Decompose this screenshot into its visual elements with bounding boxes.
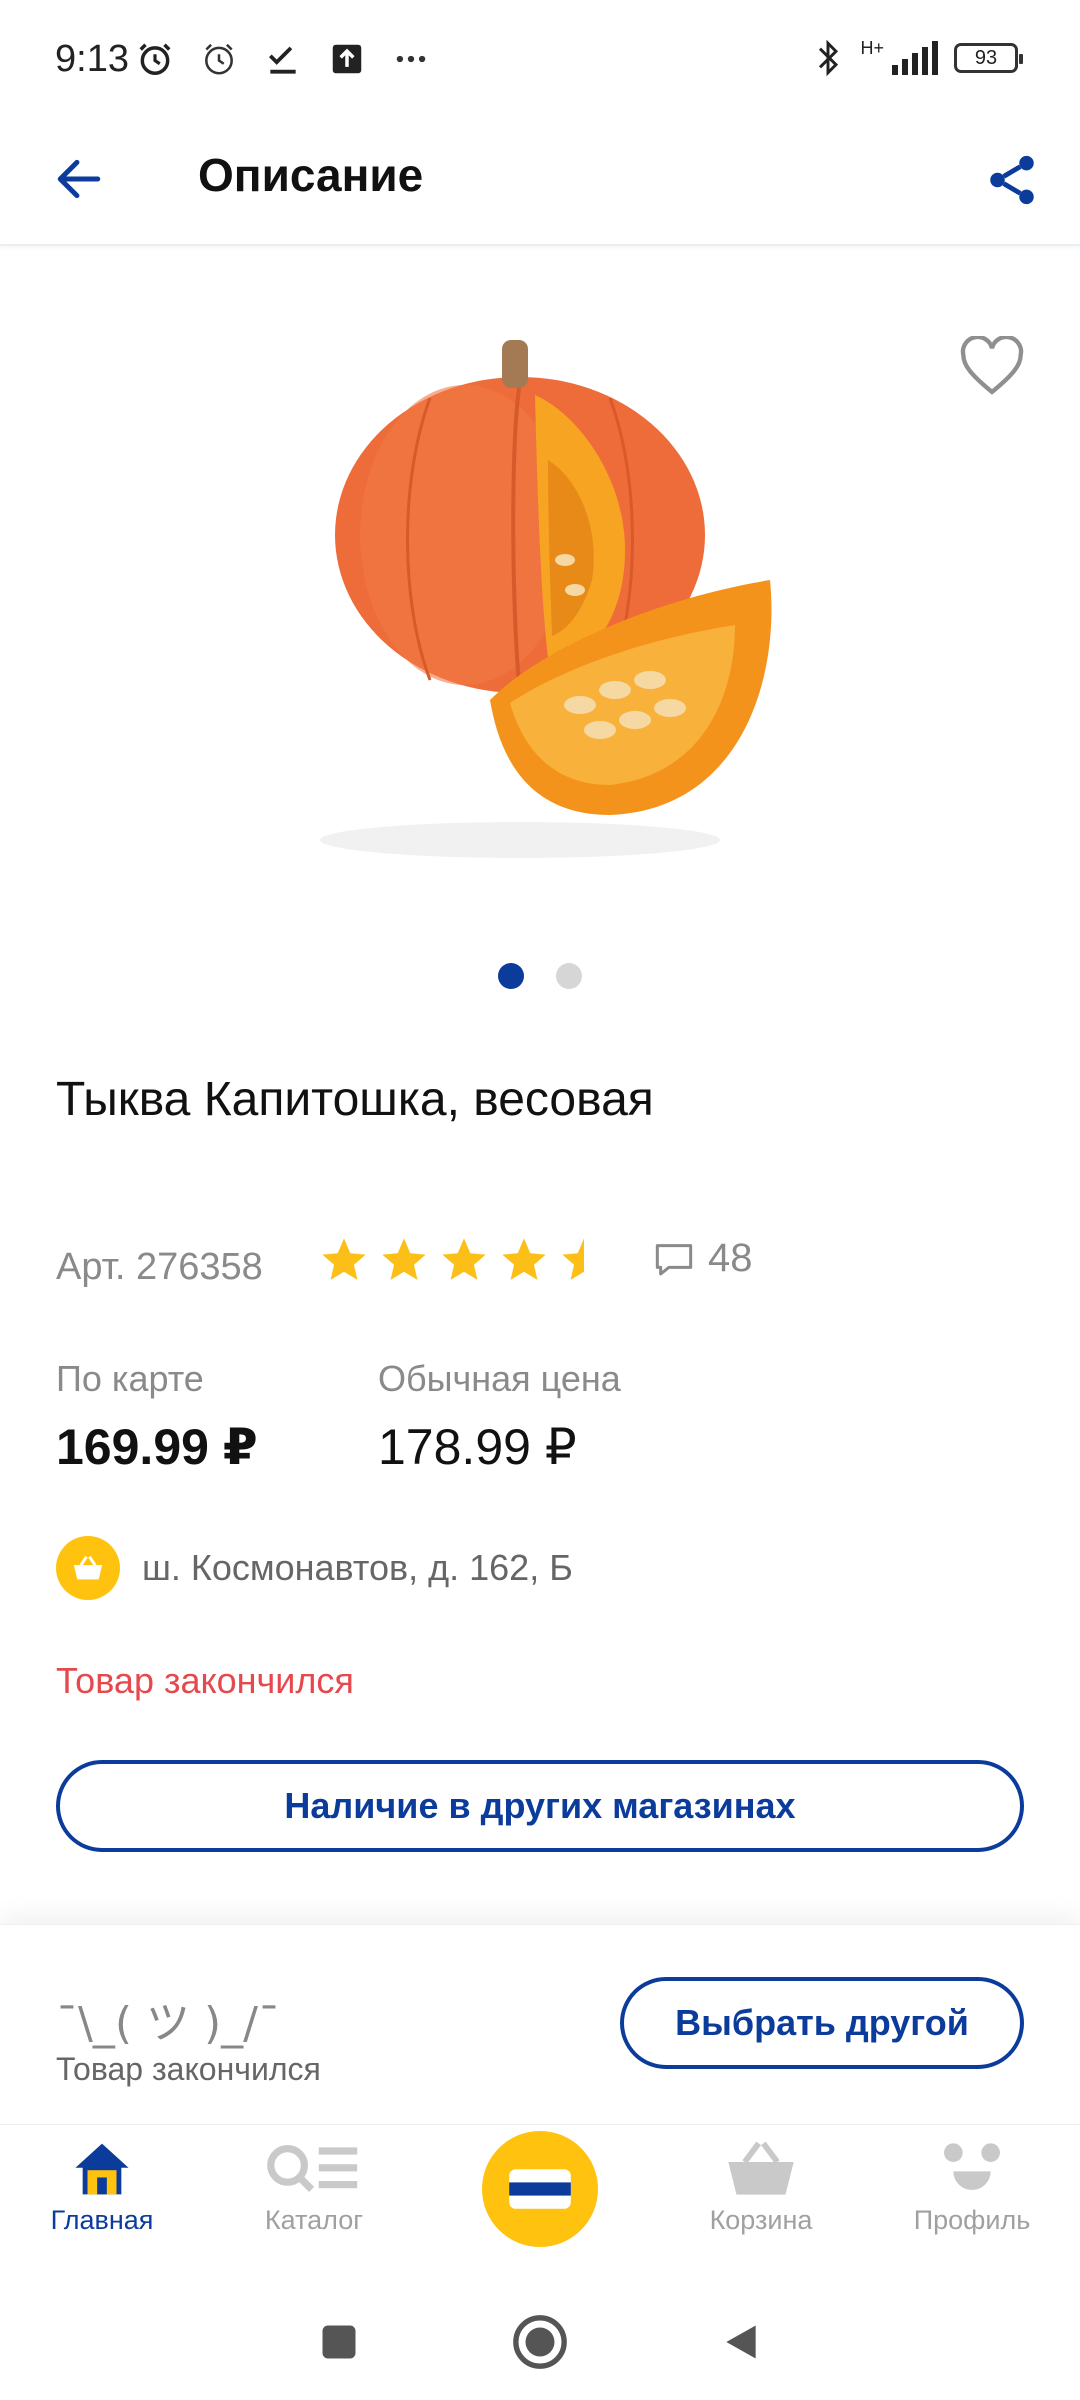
store-badge [56,1536,120,1600]
home-circle-icon[interactable] [511,2313,569,2371]
heart-outline-icon [960,336,1024,395]
status-bar: 9:13 H+ 93 [0,0,1080,120]
task-check-icon [268,46,296,74]
star-filled-icon [442,1238,486,1280]
product-title: Тыква Капитошка, весовая [56,1073,654,1126]
sheet-stock-status: Товар закончился [56,2051,321,2087]
page-title: Описание [198,149,424,201]
arrow-left-icon [57,159,101,199]
notification-icons [136,40,430,78]
star-filled-icon [502,1238,546,1280]
nav-item-profile[interactable]: Профиль [887,2141,1057,2236]
availability-button[interactable]: Наличие в других магазинах [56,1760,1024,1852]
share-icon [990,155,1034,205]
system-nav-bar [0,2284,1080,2400]
battery-level: 93 [974,46,998,69]
basket-icon [73,1555,103,1580]
pager-dot-active[interactable] [498,963,524,989]
network-type: H+ [860,38,884,58]
product-image[interactable] [280,320,800,880]
reviews-link[interactable]: 48 [654,1236,753,1281]
product-meta: Арт. 276358 48 [56,1234,1036,1294]
nav-label-cart: Корзина [709,2205,813,2235]
image-pager [0,963,1080,989]
home-icon [75,2143,129,2195]
alarm-outline-icon [205,43,233,75]
favorite-button[interactable] [952,326,1032,406]
back-button[interactable] [44,144,114,214]
status-time: 9:13 [55,38,129,80]
nav-item-home[interactable]: Главная [17,2141,187,2236]
system-status-icons: H+ 93 [812,38,1023,78]
bottom-sheet: ¯\_( ツ )_/¯ Товар закончился Выбрать дру… [0,1924,1080,2124]
catalog-search-icon [267,2145,358,2192]
share-button[interactable] [974,142,1050,218]
nav-label-home: Главная [50,2205,154,2235]
comment-icon [655,1243,693,1275]
nav-label-profile: Профиль [913,2205,1031,2235]
article-number: Арт. 276358 [56,1246,263,1288]
more-dots-icon [396,55,426,63]
choose-other-button[interactable]: Выбрать другой [620,1977,1024,2069]
pager-dot[interactable] [556,963,582,989]
profile-face-icon [944,2143,1000,2190]
regular-price: 178.99 ₽ [378,1419,577,1475]
pumpkin-image [320,340,772,858]
star-filled-icon [382,1238,426,1280]
shrug-emoticon: ¯\_( ツ )_/¯ [56,1998,280,2049]
basket-icon [728,2141,794,2195]
signal-icon [892,41,938,75]
bottom-nav: Главная Каталог Корзина Профиль [0,2124,1080,2284]
nav-label-catalog: Каталог [264,2205,364,2235]
back-triangle-icon[interactable] [719,2320,763,2364]
rating-stars[interactable] [318,1234,610,1286]
regular-price-block: Обычная цена 178.99 ₽ [378,1358,621,1476]
bluetooth-icon [819,39,839,77]
alarm-icon [139,43,171,75]
card-price-block: По карте 169.99 ₽ [56,1358,258,1476]
nav-item-cart[interactable]: Корзина [676,2141,846,2236]
loyalty-card-icon [509,2169,571,2209]
card-price-label: По карте [56,1358,204,1399]
store-address: ш. Космонавтов, д. 162, Б [142,1547,573,1588]
recent-apps-icon[interactable] [317,2320,361,2364]
star-half-icon [562,1238,584,1280]
card-price: 169.99 ₽ [56,1419,258,1475]
nav-item-catalog[interactable]: Каталог [229,2141,399,2236]
regular-price-label: Обычная цена [378,1358,621,1399]
reviews-count: 48 [708,1236,753,1280]
star-filled-icon [322,1238,366,1280]
upload-icon [332,44,362,74]
battery-icon: 93 [954,43,1023,73]
app-header: Описание [0,120,1080,246]
stock-status: Товар закончился [56,1660,354,1701]
nav-item-loyalty-card[interactable] [482,2131,598,2247]
store-row[interactable]: ш. Космонавтов, д. 162, Б [56,1536,573,1600]
